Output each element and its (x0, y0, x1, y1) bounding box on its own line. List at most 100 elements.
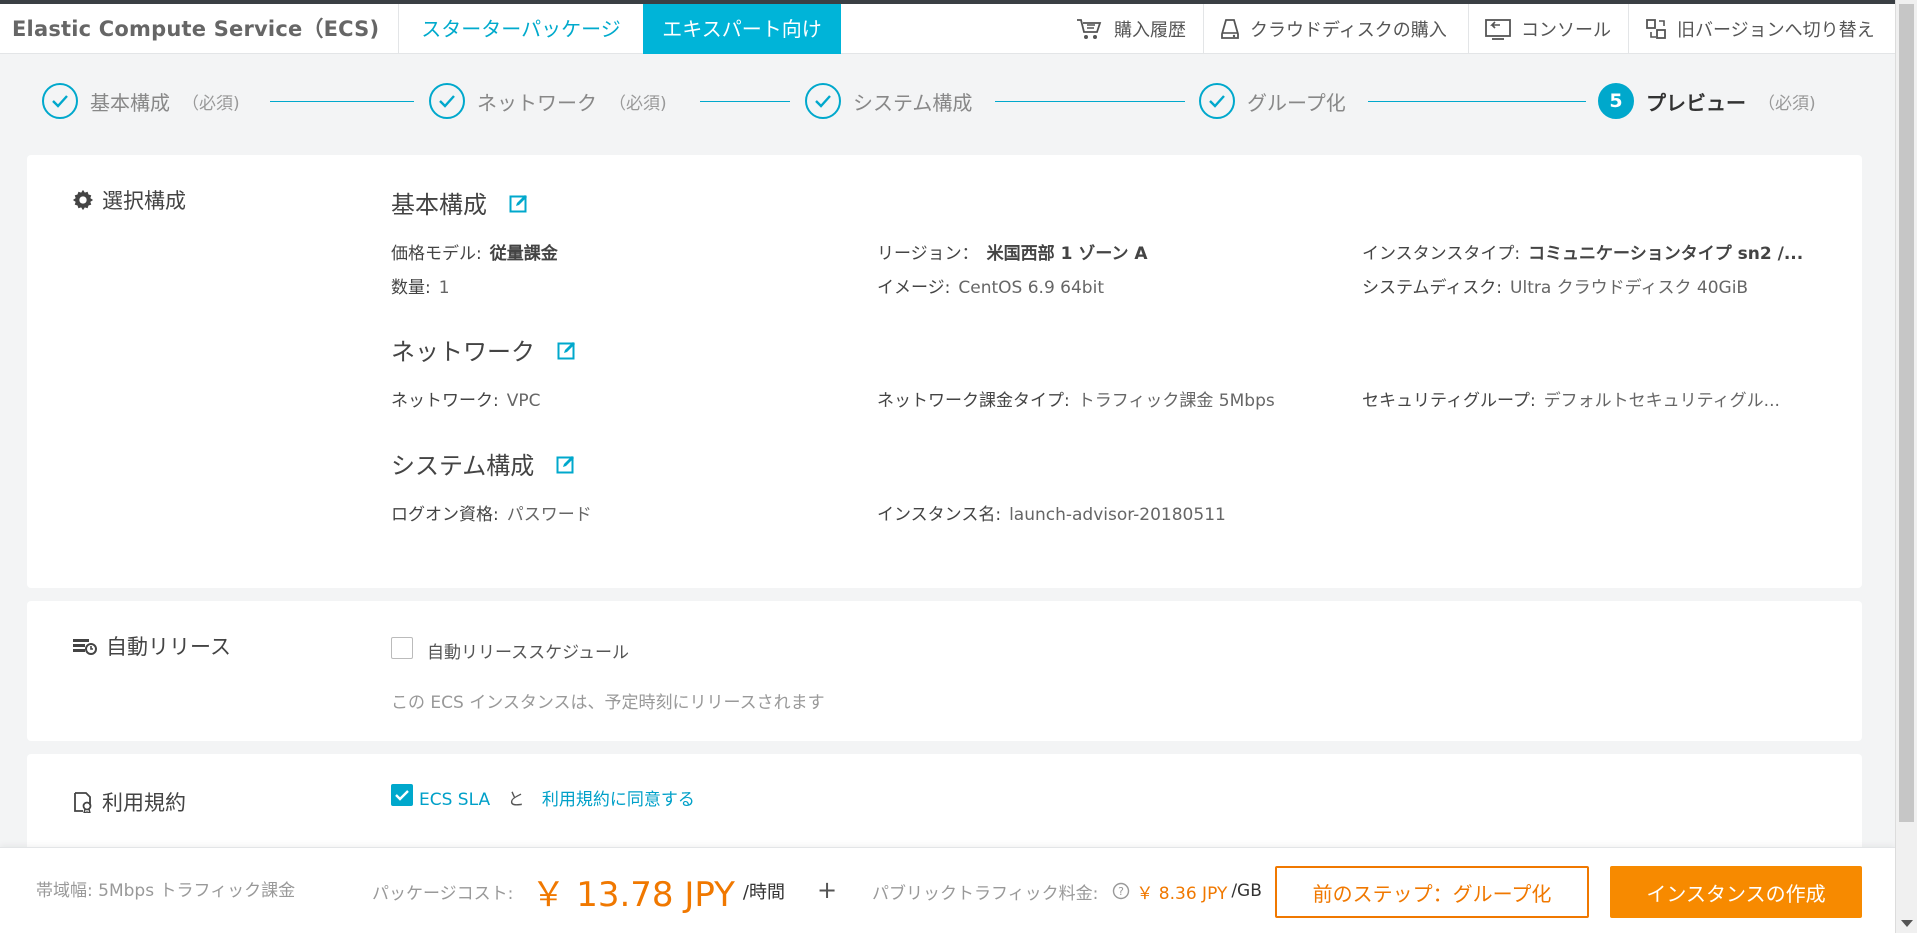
terms-icon (74, 792, 92, 813)
terms-checkbox[interactable] (391, 784, 413, 806)
step-required: （必須) (609, 93, 667, 114)
ecs-sla-link[interactable]: ECS SLA (419, 790, 490, 810)
image-field: イメージ: CentOS 6.9 64bit (877, 273, 1347, 298)
nav-purchase-history[interactable]: 購入履歴 (1058, 4, 1203, 54)
ecs-purchase-page: Elastic Compute Service（ECS) スターターパッケージ … (0, 0, 1895, 933)
cart-icon (1077, 19, 1102, 39)
instance-type-label: インスタンスタイプ: (1362, 244, 1521, 264)
auto-release-checkbox[interactable] (391, 637, 413, 659)
step-system-config[interactable]: システム構成 (805, 83, 972, 119)
network-billing-label: ネットワーク課金タイプ: (877, 391, 1070, 411)
nav-console[interactable]: コンソール (1468, 4, 1628, 54)
network-heading: ネットワーク (391, 332, 577, 367)
traffic-cost-label: パブリックトラフィック料金: (872, 883, 1099, 904)
terms-card: 利用規約 ECS SLA と 利用規約に同意する (27, 754, 1862, 854)
basic-config-title: 基本構成 (391, 191, 487, 219)
auto-release-checkbox-label[interactable]: 自動リリーススケジュール (427, 638, 629, 663)
step-preview: 5 プレビュー （必須) (1598, 83, 1816, 119)
plus-sign: + (817, 876, 838, 904)
system-disk-label: システムディスク: (1362, 278, 1503, 298)
nav-purchase-history-label: 購入履歴 (1114, 20, 1186, 41)
system-config-title: システム構成 (391, 452, 535, 480)
step-label: グループ化 (1247, 90, 1346, 115)
auto-release-title: 自動リリース (72, 631, 231, 661)
network-billing-value: トラフィック課金 5Mbps (1077, 391, 1275, 411)
nav-switch-old-version-label: 旧バージョンへ切り替え (1677, 20, 1875, 41)
logon-credential-field: ログオン資格: パスワード (391, 500, 861, 525)
gear-icon (72, 189, 94, 211)
step-label: システム構成 (853, 90, 973, 115)
footer-bar: 帯域幅: 5Mbps トラフィック課金 パッケージコスト: ￥ 13.78 JP… (0, 847, 1895, 933)
security-group-value: デフォルトセキュリティグル... (1543, 391, 1780, 411)
network-title: ネットワーク (391, 338, 535, 366)
step-indicator: 基本構成 （必須) ネットワーク （必須) システム構成 グループ化 5 プレビ… (0, 55, 1895, 155)
logon-credential-label: ログオン資格: (391, 505, 499, 525)
brand-title: Elastic Compute Service（ECS) (12, 17, 380, 41)
create-instance-button[interactable]: インスタンスの作成 (1610, 866, 1862, 918)
nav-console-label: コンソール (1521, 20, 1611, 41)
step-label: 基本構成 (90, 90, 170, 115)
check-icon (42, 83, 78, 119)
network-field: ネットワーク: VPC (391, 386, 861, 411)
package-unit: /時間 (742, 882, 785, 903)
region-label: リージョン： (877, 244, 979, 264)
bandwidth-info: 帯域幅: 5Mbps トラフィック課金 (36, 881, 296, 901)
system-disk-value: Ultra クラウドディスク 40GiB (1510, 278, 1749, 298)
quantity-label: 数量: (391, 278, 431, 298)
edit-network-icon[interactable] (557, 340, 577, 360)
step-connector (700, 101, 790, 102)
tab-starter-package[interactable]: スターターパッケージ (398, 4, 643, 54)
nav-switch-old-version[interactable]: 旧バージョンへ切り替え (1628, 4, 1895, 54)
instance-name-field: インスタンス名: launch-advisor-20180511 (877, 500, 1347, 525)
traffic-cost: パブリックトラフィック料金: ? ￥ 8.36 JPY /GB (872, 848, 1262, 933)
help-icon[interactable]: ? (1112, 882, 1130, 900)
quantity-field: 数量: 1 (391, 273, 861, 298)
step-required: （必須) (1758, 93, 1816, 114)
step-connector (1368, 101, 1586, 102)
price-model-field: 価格モデル: 従量課金 (391, 239, 861, 264)
nav-buy-cloud-disk[interactable]: クラウドディスクの購入 (1203, 4, 1468, 54)
selected-config-card: 選択構成 基本構成 価格モデル: 従量課金 リージョン： 米国西部 1 ゾーン A … (27, 155, 1862, 588)
scrollbar-thumb[interactable] (1899, 4, 1914, 822)
check-icon (1199, 83, 1235, 119)
edit-basic-icon[interactable] (509, 193, 529, 213)
console-icon (1485, 19, 1511, 40)
vertical-scrollbar[interactable] (1895, 0, 1917, 933)
instance-name-value: launch-advisor-20180511 (1009, 505, 1226, 525)
terms-title: 利用規約 (72, 787, 186, 817)
terms-of-service-link[interactable]: 利用規約に同意する (542, 790, 695, 810)
package-price: ￥ 13.78 JPY (531, 874, 735, 915)
tab-expert[interactable]: エキスパート向け (643, 4, 841, 54)
auto-release-card: 自動リリース 自動リリーススケジュール この ECS インスタンスは、予定時刻に… (27, 601, 1862, 741)
step-connector (995, 101, 1185, 102)
traffic-price: ￥ 8.36 JPY (1136, 883, 1228, 904)
edit-system-icon[interactable] (556, 454, 576, 474)
image-label: イメージ: (877, 278, 951, 298)
step-required: （必須) (182, 93, 240, 114)
network-label: ネットワーク: (391, 391, 499, 411)
quantity-value: 1 (438, 278, 450, 298)
step-label: プレビュー (1646, 90, 1746, 115)
svg-text:?: ? (1118, 885, 1124, 898)
step-basic[interactable]: 基本構成 （必須) (42, 83, 240, 119)
check-icon (805, 83, 841, 119)
selected-config-label: 選択構成 (102, 189, 186, 213)
terms-text: ECS SLA と 利用規約に同意する (419, 785, 695, 810)
basic-config-heading: 基本構成 (391, 185, 529, 220)
package-cost: パッケージコスト: ￥ 13.78 JPY /時間 (372, 848, 785, 933)
auto-release-icon (73, 639, 97, 655)
previous-step-button[interactable]: 前のステップ：グループ化 (1275, 866, 1589, 918)
network-value: VPC (506, 391, 541, 411)
traffic-unit: /GB (1231, 881, 1262, 901)
selected-config-title: 選択構成 (72, 185, 186, 215)
step-network[interactable]: ネットワーク （必須) (429, 83, 667, 119)
scroll-down-icon[interactable] (1901, 920, 1913, 927)
instance-type-value: コミュニケーションタイプ sn2 /... (1528, 244, 1804, 264)
nav-buy-cloud-disk-label: クラウドディスクの購入 (1250, 20, 1447, 41)
step-grouping[interactable]: グループ化 (1199, 83, 1346, 119)
network-billing-field: ネットワーク課金タイプ: トラフィック課金 5Mbps (877, 386, 1347, 411)
terms-and: と (507, 790, 525, 810)
image-value: CentOS 6.9 64bit (958, 278, 1104, 298)
price-model-label: 価格モデル: (391, 244, 482, 264)
instance-name-label: インスタンス名: (877, 505, 1002, 525)
